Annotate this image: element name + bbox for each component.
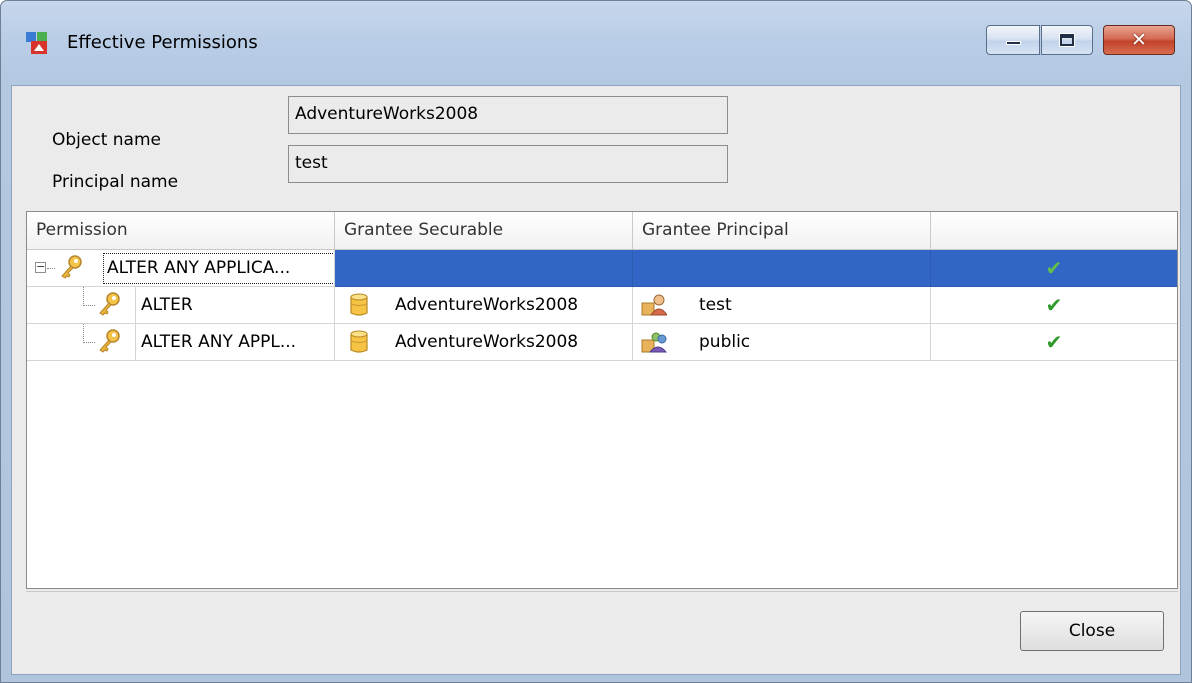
app-permissions-icon	[26, 32, 47, 54]
column-header-permission[interactable]: Permission	[27, 212, 335, 250]
column-header-granted[interactable]	[931, 212, 1177, 250]
footer-divider	[26, 591, 1178, 592]
tree-connector	[83, 305, 95, 306]
permission-name: ALTER ANY APPLICA...	[103, 253, 334, 284]
principal-name: test	[699, 295, 732, 315]
maximize-button[interactable]	[1041, 25, 1093, 55]
close-icon: ✕	[1131, 29, 1147, 51]
table-row[interactable]: − ALTER ANY APPLICA... ✔	[27, 250, 1177, 287]
cell-divider	[135, 324, 136, 360]
effective-permissions-window: Effective Permissions ✕ Object name Adve…	[0, 0, 1192, 683]
tree-connector	[47, 268, 55, 269]
tree-connector	[83, 287, 84, 306]
maximize-icon	[1059, 33, 1075, 47]
securable-name: AdventureWorks2008	[395, 295, 579, 315]
securable-name: AdventureWorks2008	[395, 332, 579, 352]
principal-name-label: Principal name	[52, 172, 179, 192]
database-icon	[350, 293, 368, 316]
checkmark-icon: ✔	[1045, 293, 1063, 317]
close-button[interactable]: Close	[1020, 611, 1164, 651]
principal-cell[interactable]	[633, 250, 931, 287]
tree-connector	[83, 324, 84, 343]
table-row[interactable]: ALTER AdventureWorks2008 test ✔	[27, 287, 1177, 324]
granted-cell[interactable]: ✔	[931, 324, 1177, 361]
permission-name: ALTER	[141, 295, 193, 315]
column-header-grantee-principal[interactable]: Grantee Principal	[633, 212, 931, 250]
database-icon	[350, 330, 368, 353]
principal-name: public	[699, 332, 751, 352]
key-icon	[61, 255, 82, 279]
window-title: Effective Permissions	[67, 32, 258, 53]
securable-cell[interactable]: AdventureWorks2008	[335, 324, 633, 361]
title-bar[interactable]: Effective Permissions ✕	[1, 1, 1191, 85]
checkmark-icon: ✔	[1045, 330, 1063, 354]
securable-cell[interactable]: AdventureWorks2008	[335, 287, 633, 324]
minimize-icon	[1006, 41, 1021, 45]
key-icon	[99, 329, 120, 353]
permission-cell[interactable]: ALTER	[27, 287, 335, 324]
minimize-button[interactable]	[986, 25, 1040, 55]
object-name-field[interactable]: AdventureWorks2008	[288, 96, 728, 134]
tree-collapse-icon[interactable]: −	[35, 261, 46, 273]
permission-cell[interactable]: ALTER ANY APPL...	[27, 324, 335, 361]
principal-cell[interactable]: public	[633, 324, 931, 361]
key-icon	[99, 292, 120, 316]
granted-cell[interactable]: ✔	[931, 287, 1177, 324]
granted-cell[interactable]: ✔	[931, 250, 1177, 287]
checkmark-icon: ✔	[1045, 256, 1063, 280]
principal-cell[interactable]: test	[633, 287, 931, 324]
cell-divider	[135, 287, 136, 323]
securable-cell[interactable]	[335, 250, 633, 287]
user-icon	[641, 294, 667, 316]
table-row[interactable]: ALTER ANY APPL... AdventureWorks2008 pub…	[27, 324, 1177, 361]
object-name-label: Object name	[52, 130, 161, 150]
permission-cell[interactable]: − ALTER ANY APPLICA...	[27, 250, 335, 287]
column-header-grantee-securable[interactable]: Grantee Securable	[335, 212, 633, 250]
group-icon	[641, 332, 667, 353]
dialog-body: Object name AdventureWorks2008 Principal…	[11, 85, 1181, 675]
principal-name-field[interactable]: test	[288, 145, 728, 183]
permission-name: ALTER ANY APPL...	[141, 332, 297, 352]
close-window-button[interactable]: ✕	[1103, 25, 1175, 55]
permissions-grid[interactable]: Permission Grantee Securable Grantee Pri…	[26, 211, 1178, 589]
tree-connector	[83, 342, 95, 343]
